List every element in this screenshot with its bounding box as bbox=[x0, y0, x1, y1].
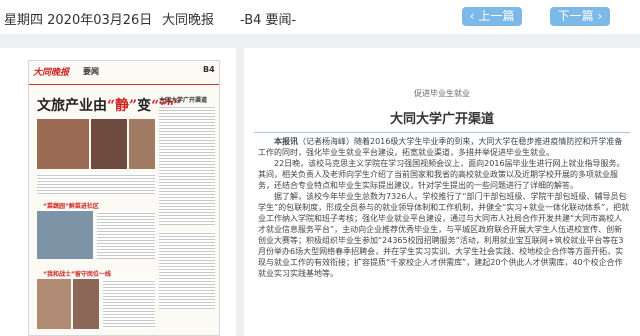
chevron-left-icon: ‹ bbox=[469, 9, 475, 23]
chevron-right-icon: › bbox=[597, 9, 603, 23]
byline: 本报讯 bbox=[274, 137, 298, 146]
article-title: 大同大学广开渠道 bbox=[389, 112, 494, 127]
headline-part-1: 文旅产业由 bbox=[37, 98, 107, 114]
page-info: -B4 要闻- bbox=[240, 13, 297, 28]
thumbnail-text-column bbox=[103, 279, 155, 329]
article-paragraph: 本报讯（记者杨海峰）随着2016级大学生毕业季的到来，大同大学在稳步推进疫情防控… bbox=[258, 136, 630, 158]
thumbnail-text-column bbox=[159, 231, 215, 311]
newspaper-name: 大同晚报 bbox=[162, 13, 215, 28]
article-kicker: 促进毕业生就业 bbox=[414, 89, 470, 98]
article-body: 本报讯（记者杨海峰）随着2016级大学生毕业季的到来，大同大学在稳步推进疫情防控… bbox=[258, 136, 630, 279]
headline-emphasis-1: “静” bbox=[107, 98, 138, 114]
previous-article-label: 上一篇 bbox=[478, 9, 515, 23]
thumbnail-photo bbox=[37, 119, 89, 169]
thumbnail-masthead: 大同晚报 要闻 B4 bbox=[29, 61, 219, 85]
article-paragraph: 据了解，该校今年毕业生总数为7326人。学校推行了“部门干部包班级、学院干部包班… bbox=[258, 192, 630, 278]
paragraph-text: （记者杨海峰）随着2016级大学生毕业季的到来，大同大学在稳步推进疫情防控和开学… bbox=[258, 137, 623, 157]
issue-date: 星期四 2020年03月26日 bbox=[4, 13, 153, 28]
thumbnail-text-column bbox=[37, 173, 155, 195]
previous-article-button[interactable]: ‹ 上一篇 bbox=[462, 7, 522, 26]
divider bbox=[254, 132, 630, 133]
thumbnail-text-column bbox=[159, 105, 215, 225]
thumbnail-photo bbox=[129, 119, 155, 169]
thumbnail-subheadline-2[interactable]: “我和战士”留守岗位一线 bbox=[43, 269, 111, 278]
article-paragraph: 22日晚，该校马克思主义学院在学习强国视频会议上，面向2016届毕业生进行网上就… bbox=[258, 159, 625, 190]
thumbnail-page-number: B4 bbox=[203, 65, 215, 74]
headline-part-2: 变 bbox=[137, 98, 152, 114]
article-panel: 促进毕业生就业 大同大学广开渠道 本报讯（记者杨海峰）随着2016级大学生毕业季… bbox=[244, 48, 640, 336]
thumbnail-photo bbox=[37, 279, 71, 329]
thumbnail-photo bbox=[73, 279, 99, 329]
top-bar: 星期四 2020年03月26日 大同晚报 -B4 要闻- ‹ 上一篇 下一篇 › bbox=[0, 0, 640, 34]
thumbnail-logo: 大同晚报 bbox=[33, 68, 70, 78]
next-article-label: 下一篇 bbox=[557, 9, 594, 23]
thumbnail-subheadline-1[interactable]: “菜蔬园”鲜菜进社区 bbox=[43, 201, 99, 210]
newspaper-page-thumbnail[interactable]: 大同晚报 要闻 B4 文旅产业由“静”变“动” 大同大学广开渠道 “菜蔬园”鲜菜… bbox=[28, 60, 220, 336]
thumbnail-photo bbox=[37, 211, 93, 259]
thumbnail-section: 要闻 bbox=[83, 67, 99, 76]
thumbnail-text-column bbox=[97, 211, 155, 259]
thumbnail-article-link[interactable]: 大同大学广开渠道 bbox=[159, 95, 207, 104]
next-article-button[interactable]: 下一篇 › bbox=[550, 7, 610, 26]
thumbnail-photo bbox=[91, 119, 127, 169]
